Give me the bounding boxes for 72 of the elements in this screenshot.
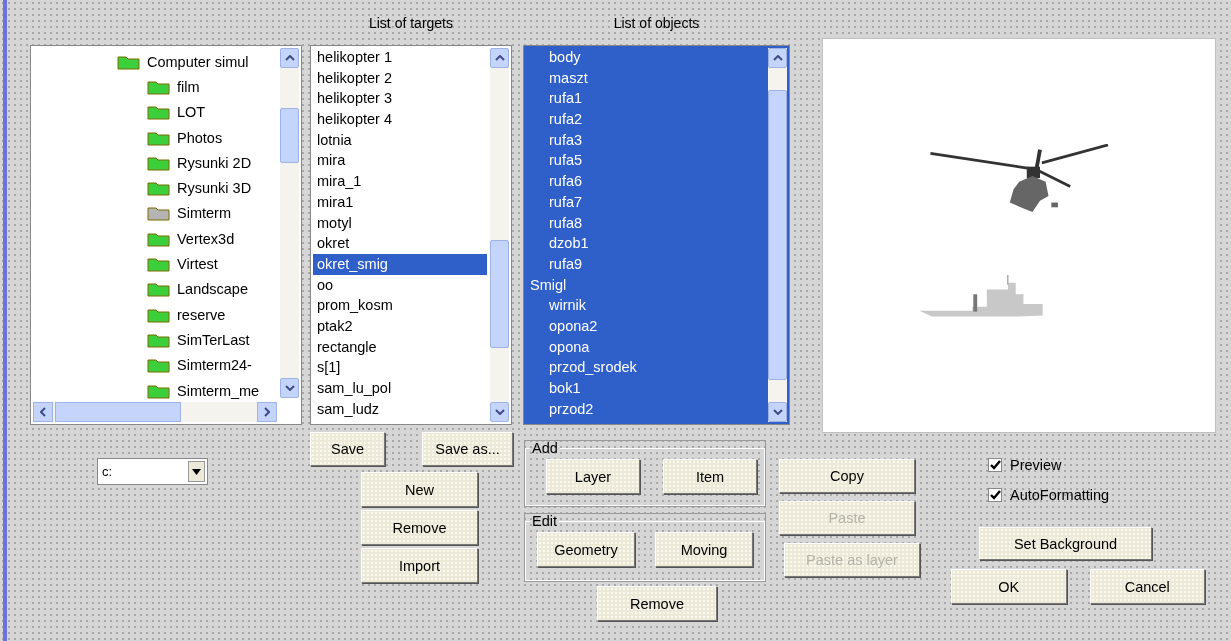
scroll-thumb[interactable] [768, 90, 787, 380]
scroll-thumb[interactable] [490, 240, 509, 348]
dialog-button[interactable]: Cancel [1089, 569, 1205, 604]
checkmark-icon [989, 489, 1001, 500]
vertical-scrollbar[interactable] [768, 48, 787, 422]
list-heading: List of objects [612, 14, 701, 33]
list-item[interactable]: sam_ludz [313, 398, 487, 420]
tree-item[interactable]: Computer simul [31, 49, 277, 75]
list-item[interactable]: sam_lu_pol [313, 378, 487, 399]
save-button[interactable]: Save [310, 432, 385, 466]
list-item[interactable]: oo [313, 274, 487, 296]
set-background-button[interactable]: Set Background [979, 527, 1152, 560]
chevron-down-icon [772, 409, 783, 415]
option-checkbox[interactable]: AutoFormatting [988, 483, 1205, 506]
list-item[interactable]: helikopter 3 [313, 88, 487, 110]
remove-target-button[interactable]: Remove [361, 510, 478, 545]
dialog-button[interactable]: OK [951, 569, 1067, 604]
list-item[interactable]: okret [313, 233, 487, 254]
tree-item[interactable]: Simterm_me [31, 377, 277, 401]
tree-item[interactable]: Rysunki 3D [31, 175, 277, 201]
chevron-down-icon [284, 385, 295, 391]
list-item[interactable]: okret_smig [313, 253, 487, 275]
edit-button[interactable]: Moving [655, 532, 753, 567]
tree-item[interactable]: film [31, 74, 277, 100]
list-item[interactable]: mira_1 [313, 171, 487, 192]
chevron-down-icon [494, 409, 505, 415]
vertical-scrollbar[interactable] [490, 48, 509, 422]
add-button[interactable]: Layer [546, 459, 640, 494]
edit-button[interactable]: Geometry [537, 532, 635, 567]
list-heading: List of targets [367, 14, 454, 33]
group-title: Add [531, 441, 559, 455]
tree-item[interactable]: Simterm24- [31, 352, 277, 378]
remove-object-button[interactable]: Remove [597, 586, 717, 621]
checkmark-icon [989, 459, 1001, 470]
list-item[interactable]: mira [313, 150, 487, 172]
tree-item[interactable]: reserve [31, 301, 277, 328]
list-item[interactable]: rectangle [313, 336, 487, 358]
drive-dropdown[interactable]: c: [97, 458, 208, 485]
list-item[interactable]: helikopter 2 [313, 67, 487, 89]
tree-item[interactable]: LOT [31, 99, 277, 125]
tree-item[interactable]: Rysunki 2D [31, 150, 277, 176]
list-item[interactable]: prom_kosm [313, 295, 487, 316]
chevron-up-icon [772, 55, 783, 61]
chevron-up-icon [284, 55, 295, 61]
chevron-up-icon [494, 55, 505, 61]
option-checkbox[interactable]: Preview [988, 453, 1205, 476]
list-item[interactable]: helikopter 1 [313, 47, 487, 68]
scroll-thumb[interactable] [280, 108, 299, 163]
list-item[interactable]: motyl [313, 212, 487, 234]
add-button[interactable]: Item [663, 459, 757, 494]
tree-item[interactable]: Landscape [31, 276, 277, 302]
tree-item[interactable]: SimTerLast [31, 327, 277, 353]
list-item[interactable]: mira1 [313, 191, 487, 213]
save-as-button[interactable]: Save as... [422, 432, 513, 466]
group-title: Edit [531, 514, 558, 528]
list-item[interactable]: helikopter 4 [313, 109, 487, 130]
vertical-scrollbar[interactable] [280, 48, 299, 398]
tree-item[interactable]: Photos [31, 124, 277, 151]
tree-item[interactable]: Vertex3d [31, 226, 277, 252]
new-button[interactable]: New [361, 472, 478, 507]
chevron-right-icon [264, 407, 270, 417]
scroll-thumb[interactable] [55, 402, 181, 422]
import-button[interactable]: Import [361, 548, 478, 583]
caret-icon [192, 468, 201, 475]
clipboard-button[interactable]: Copy [779, 459, 915, 493]
list-item[interactable]: lotnia [313, 129, 487, 151]
chevron-left-icon [40, 407, 46, 417]
tree-item[interactable]: Virtest [31, 251, 277, 277]
tree-item[interactable]: Simterm [31, 200, 277, 227]
list-item[interactable]: ptak2 [313, 315, 487, 337]
list-item[interactable]: s[1] [313, 357, 487, 378]
horizontal-scrollbar[interactable] [33, 402, 277, 422]
